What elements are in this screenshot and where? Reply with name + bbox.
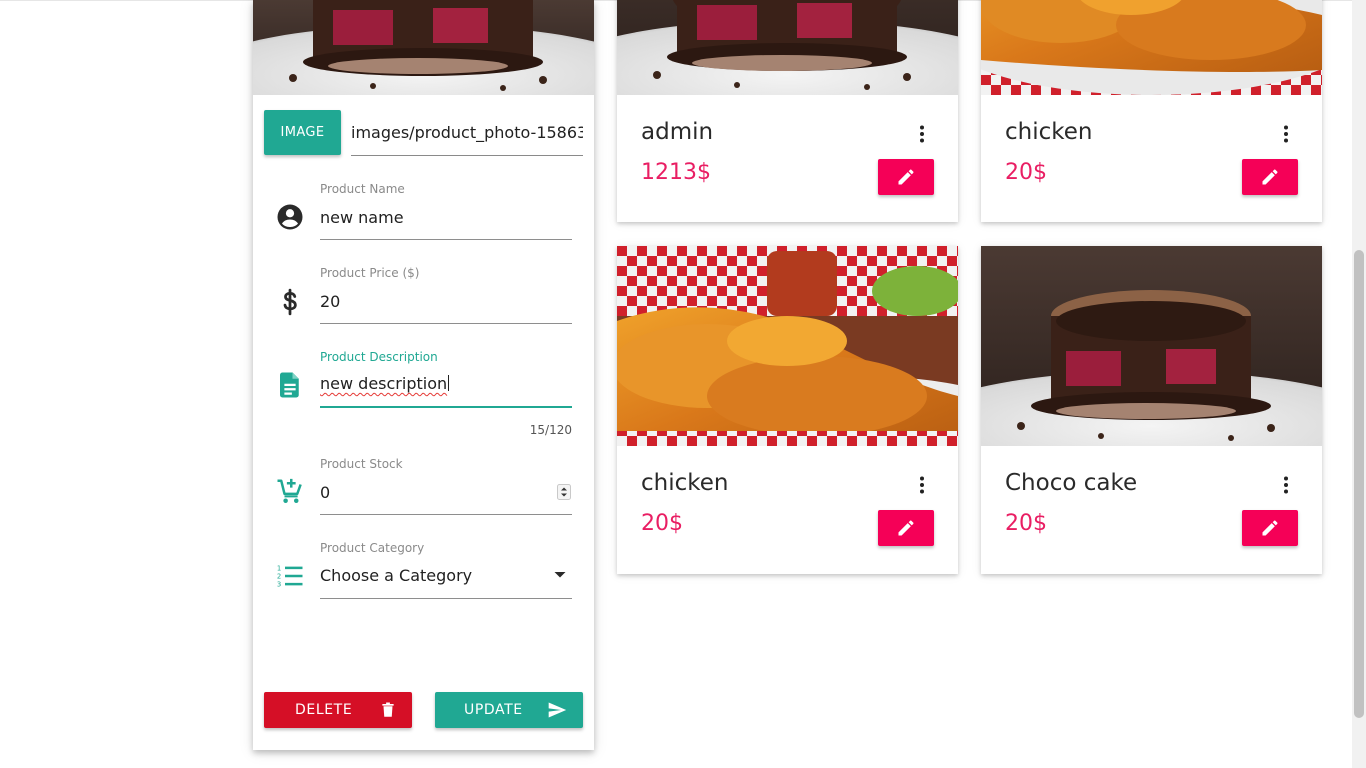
product-photo-chocolate-cake bbox=[617, 0, 958, 95]
format-list-numbered-icon: 1 2 3 bbox=[277, 564, 303, 589]
scrollbar-thumb[interactable] bbox=[1354, 250, 1364, 718]
product-photo-chocolate-cake bbox=[981, 246, 1322, 446]
more-vert-icon[interactable] bbox=[917, 125, 927, 143]
svg-text:2: 2 bbox=[277, 573, 281, 581]
edit-button[interactable] bbox=[1242, 510, 1298, 546]
pencil-icon bbox=[1262, 169, 1278, 185]
edit-button[interactable] bbox=[878, 510, 934, 546]
product-price: 20$ bbox=[641, 511, 683, 536]
more-vert-icon[interactable] bbox=[917, 476, 927, 494]
send-icon bbox=[548, 702, 567, 718]
document-icon bbox=[280, 372, 299, 398]
svg-text:1: 1 bbox=[277, 564, 281, 572]
product-name: chicken bbox=[1005, 119, 1093, 145]
product-card: Choco cake 20$ bbox=[981, 246, 1322, 574]
product-stock-underline bbox=[320, 514, 572, 515]
product-name-input[interactable]: new name bbox=[320, 208, 404, 227]
product-name-underline bbox=[320, 239, 572, 240]
product-card: chicken 20$ bbox=[617, 246, 958, 574]
pencil-icon bbox=[1262, 520, 1278, 536]
product-price-underline bbox=[320, 323, 572, 324]
product-category-select[interactable]: Choose a Category bbox=[320, 566, 472, 585]
update-button[interactable]: UPDATE bbox=[435, 692, 583, 728]
delete-button[interactable]: DELETE bbox=[264, 692, 412, 728]
more-vert-icon[interactable] bbox=[1281, 125, 1291, 143]
product-photo-fried-chicken bbox=[981, 0, 1322, 95]
dollar-sign-icon bbox=[283, 288, 297, 316]
image-path-input[interactable]: images/product_photo-1586343 bbox=[351, 110, 583, 156]
svg-text:3: 3 bbox=[277, 581, 281, 589]
product-description-input[interactable]: new description bbox=[320, 374, 450, 393]
add-shopping-cart-icon bbox=[277, 478, 302, 503]
product-description-text: new description bbox=[320, 374, 448, 393]
product-stock-input[interactable]: 0 bbox=[320, 483, 330, 502]
product-category-underline bbox=[320, 598, 572, 599]
product-stock-label: Product Stock bbox=[320, 457, 403, 471]
product-name: admin bbox=[641, 119, 714, 145]
product-category-label: Product Category bbox=[320, 541, 425, 555]
delete-button-label: DELETE bbox=[295, 702, 353, 718]
product-price-label: Product Price ($) bbox=[320, 266, 420, 280]
product-card: chicken 20$ bbox=[981, 0, 1322, 222]
product-price-input[interactable]: 20 bbox=[320, 292, 340, 311]
update-button-label: UPDATE bbox=[464, 702, 523, 718]
product-name: Choco cake bbox=[1005, 470, 1138, 496]
number-stepper[interactable] bbox=[557, 484, 571, 500]
account-circle-icon bbox=[277, 204, 303, 230]
product-card: admin 1213$ bbox=[617, 0, 958, 222]
product-price: 20$ bbox=[1005, 160, 1047, 185]
product-description-underline bbox=[320, 406, 572, 408]
product-name: chicken bbox=[641, 470, 729, 496]
product-description-label: Product Description bbox=[320, 350, 438, 364]
edit-button[interactable] bbox=[878, 159, 934, 195]
product-image-preview bbox=[253, 0, 594, 95]
image-upload-button[interactable]: IMAGE bbox=[264, 110, 341, 155]
page-scrollbar[interactable] bbox=[1352, 0, 1366, 768]
edit-button[interactable] bbox=[1242, 159, 1298, 195]
text-caret bbox=[448, 375, 450, 391]
chevron-down-icon[interactable] bbox=[553, 570, 567, 580]
product-price: 1213$ bbox=[641, 160, 711, 185]
more-vert-icon[interactable] bbox=[1281, 476, 1291, 494]
product-price: 20$ bbox=[1005, 511, 1047, 536]
character-counter: 15/120 bbox=[529, 423, 572, 437]
trash-icon bbox=[382, 702, 394, 717]
product-name-label: Product Name bbox=[320, 182, 405, 196]
product-photo-fried-chicken bbox=[617, 246, 958, 446]
pencil-icon bbox=[898, 169, 914, 185]
product-editor-card: IMAGE images/product_photo-1586343 Produ… bbox=[253, 0, 594, 750]
pencil-icon bbox=[898, 520, 914, 536]
